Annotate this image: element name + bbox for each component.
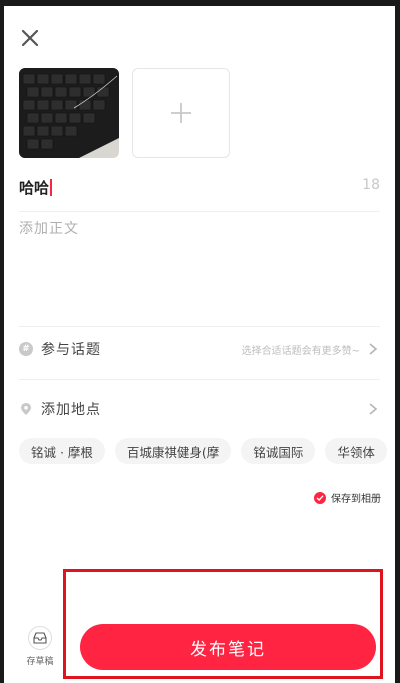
save-draft-button[interactable]: 存草稿: [22, 626, 58, 667]
topic-row[interactable]: # 参与话题 选择合适话题会有更多赞~: [19, 334, 380, 364]
topic-hint: 选择合适话题会有更多赞~: [241, 345, 360, 357]
bottom-action-bar: 存草稿 发布笔记: [4, 606, 395, 683]
topic-label: 参与话题: [41, 342, 101, 358]
location-chip[interactable]: 百城康祺健身(摩: [114, 438, 232, 464]
save-draft-label: 存草稿: [26, 657, 54, 667]
text-caret: [50, 179, 53, 196]
plus-icon: [171, 103, 191, 123]
title-input[interactable]: 哈哈: [19, 177, 53, 198]
publish-note-button[interactable]: 发布笔记: [80, 624, 376, 670]
checkmark-icon: [314, 491, 326, 504]
keyboard-photo: [19, 68, 119, 158]
location-chip[interactable]: 华领体: [325, 438, 387, 464]
title-field[interactable]: 哈哈 18: [19, 174, 380, 212]
note-editor-screen: 哈哈 18 添加正文 # 参与话题 选择合适话题会有更多赞~ 添加地点 铭诚 ·…: [4, 6, 395, 683]
image-thumbnail[interactable]: [19, 68, 119, 158]
location-suggestions: 铭诚 · 摩根 百城康祺健身(摩 铭诚国际 华领体: [19, 438, 395, 464]
draft-box-icon: [28, 626, 52, 650]
location-row[interactable]: 添加地点: [19, 394, 380, 424]
body-input[interactable]: 添加正文: [19, 218, 79, 238]
divider: [19, 326, 380, 327]
divider: [19, 379, 380, 380]
save-to-album-label: 保存到相册: [331, 494, 381, 505]
chevron-right-icon: [369, 343, 378, 355]
title-char-count: 18: [362, 177, 380, 193]
chevron-right-icon: [369, 403, 378, 415]
close-button[interactable]: [16, 24, 44, 52]
close-icon: [21, 29, 39, 47]
location-chip[interactable]: 铭诚国际: [241, 438, 316, 464]
hash-icon: #: [19, 342, 33, 356]
location-pin-icon: [21, 403, 31, 415]
location-chip[interactable]: 铭诚 · 摩根: [19, 438, 105, 464]
add-image-button[interactable]: [132, 68, 230, 158]
save-to-album-toggle[interactable]: 保存到相册: [314, 490, 381, 505]
location-label: 添加地点: [41, 402, 101, 418]
